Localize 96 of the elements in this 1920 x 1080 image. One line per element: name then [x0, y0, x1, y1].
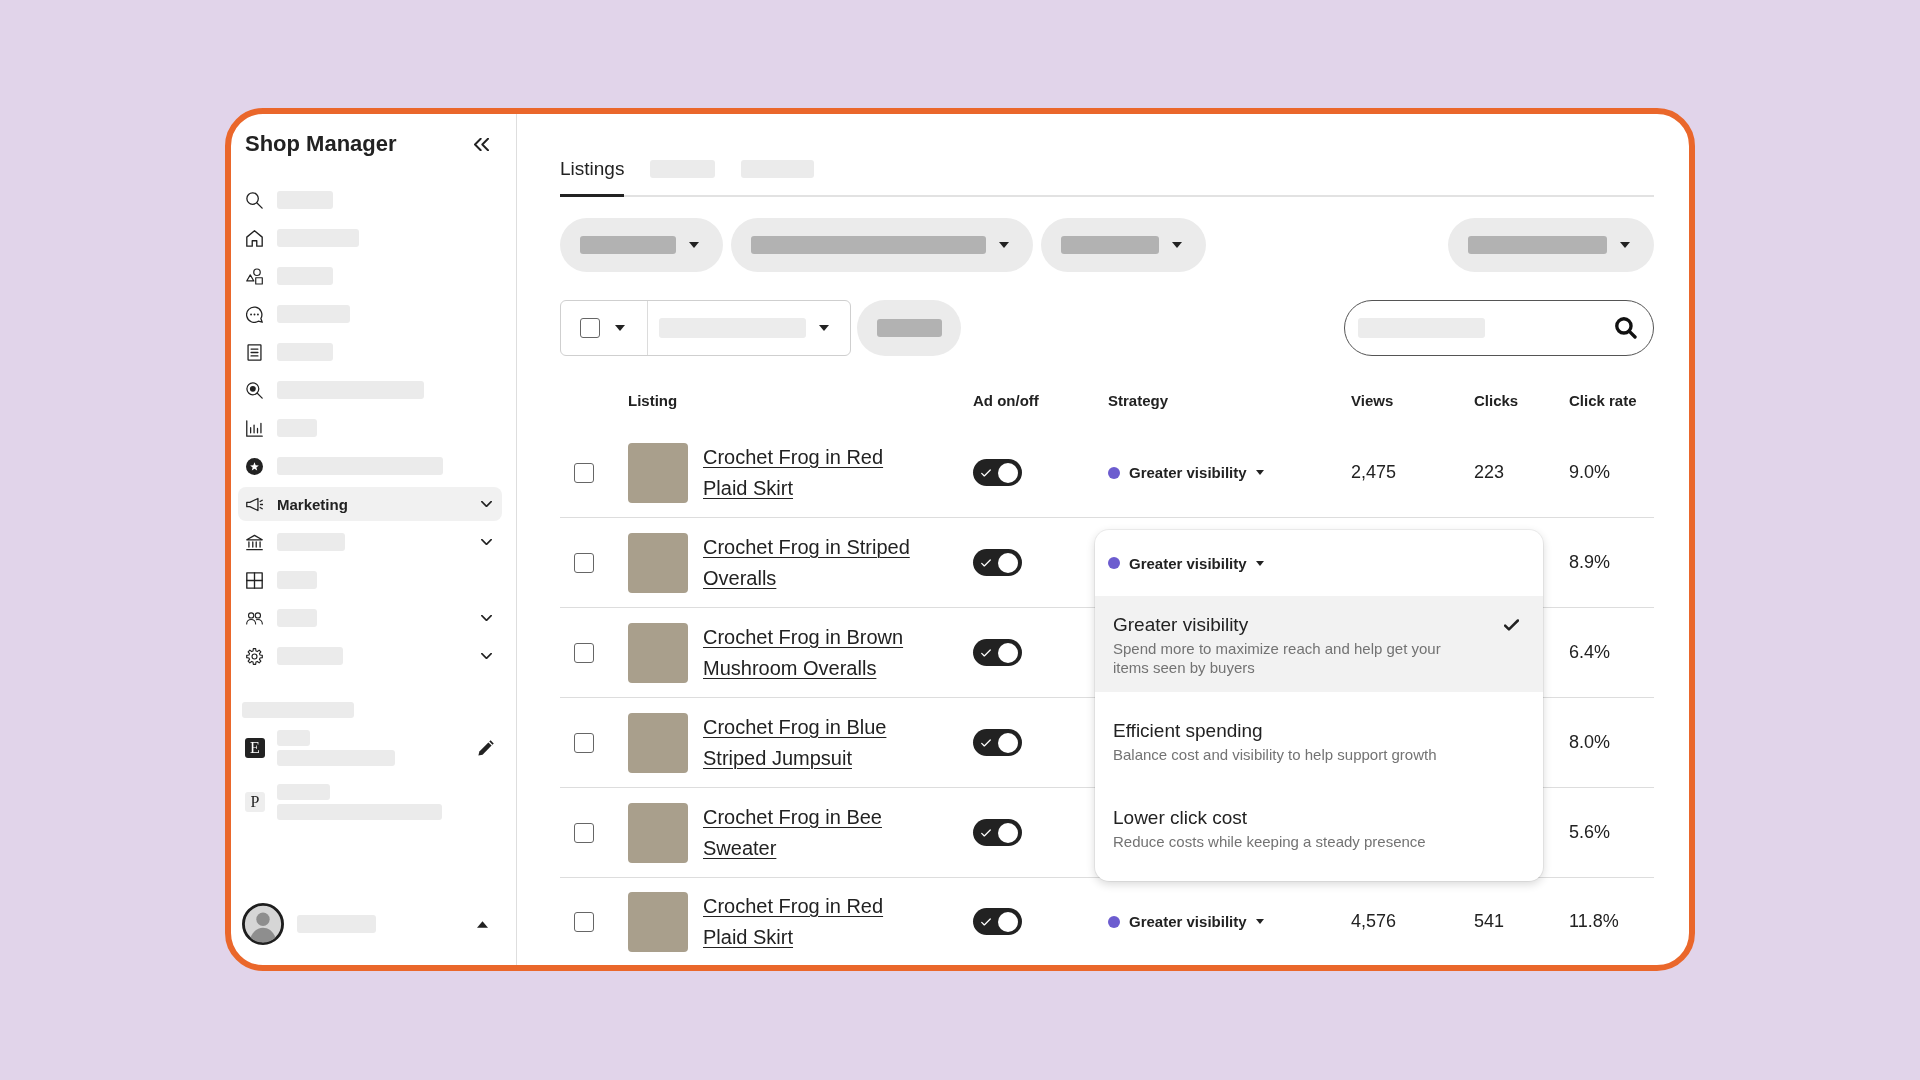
option-description: Balance cost and visibility to help support growth	[1113, 745, 1438, 764]
caret-icon	[1255, 470, 1264, 475]
menu-option[interactable]: Greater visibility Spend more to maximize reach and help get your items seen by buyers	[1095, 596, 1543, 692]
check-icon	[981, 738, 991, 747]
menu-option[interactable]: Efficient spending Balance cost and visibility to help support growth	[1095, 692, 1543, 779]
filter-dropdown[interactable]	[1041, 218, 1206, 272]
placeholder-bar	[876, 319, 942, 337]
column-header: Ad on/off	[973, 391, 1039, 409]
filter-dropdown[interactable]	[560, 218, 723, 272]
bar-chart-icon	[246, 419, 263, 437]
column-header: Listing	[628, 391, 678, 409]
check-icon	[981, 828, 991, 837]
select-all-checkbox[interactable]	[580, 318, 600, 338]
row-checkbox[interactable]	[574, 911, 594, 932]
people-icon	[246, 609, 263, 627]
check-icon	[1504, 619, 1519, 631]
toggle-switch[interactable]	[973, 729, 1022, 756]
row-checkbox[interactable]	[574, 822, 594, 843]
table-cell: 2,475	[1351, 462, 1397, 483]
table-cell: 8.9%	[1569, 552, 1611, 573]
strategy-dropdown[interactable]: Greater visibility	[1108, 464, 1264, 481]
magnifier-icon	[246, 381, 263, 399]
listing-link[interactable]: Crochet Frog in Blue Striped Jumpsuit	[703, 711, 919, 774]
sidebar-title: Shop Manager	[245, 130, 397, 158]
column-header: Clicks	[1474, 391, 1519, 409]
caret-icon	[1255, 919, 1264, 924]
column-header: Views	[1351, 391, 1394, 409]
photo-placeholder	[628, 891, 688, 952]
table-cell: 541	[1474, 911, 1505, 932]
table-cell: 11.8%	[1569, 911, 1619, 932]
megaphone-icon	[246, 495, 263, 513]
row-checkbox[interactable]	[574, 462, 594, 483]
caret-icon	[689, 242, 699, 248]
photo-placeholder	[628, 622, 688, 683]
grid-icon	[246, 571, 263, 589]
listing-link[interactable]: Crochet Frog in Brown Mushroom Overalls	[703, 621, 919, 684]
toggle-switch[interactable]	[973, 908, 1022, 935]
caret-icon	[1620, 242, 1630, 248]
search-icon	[246, 191, 263, 209]
search-icon[interactable]	[1615, 317, 1637, 339]
check-icon	[981, 648, 991, 657]
settings-icon	[246, 647, 263, 665]
caret-icon	[615, 325, 625, 331]
table-cell: 8.0%	[1569, 732, 1611, 753]
listing-link[interactable]: Crochet Frog in Red Plaid Skirt	[703, 441, 919, 504]
caret-icon	[1172, 242, 1182, 248]
row-checkbox[interactable]	[574, 642, 594, 663]
sidebar-item[interactable]: Marketing	[238, 487, 502, 521]
column-header: Strategy	[1108, 391, 1169, 409]
home-icon	[246, 229, 263, 247]
check-icon	[981, 917, 991, 926]
table-cell: 223	[1474, 462, 1505, 483]
double-chevron-icon	[474, 137, 489, 151]
star-badge-icon	[246, 457, 263, 475]
photo-placeholder	[628, 442, 688, 503]
photo-placeholder	[628, 802, 688, 863]
caret-up-icon[interactable]	[477, 920, 488, 928]
strategy-dropdown[interactable]: Greater visibility	[1108, 554, 1264, 572]
shop-logo[interactable]: P	[245, 792, 265, 812]
table-cell: 6.4%	[1569, 642, 1611, 663]
chat-bubble-icon	[246, 305, 263, 323]
toggle-switch[interactable]	[973, 639, 1022, 666]
caret-icon	[1255, 560, 1264, 566]
filter-dropdown[interactable]	[731, 218, 1033, 272]
row-checkbox[interactable]	[574, 552, 594, 573]
table-cell: 9.0%	[1569, 462, 1611, 483]
shop-logo[interactable]: E	[245, 738, 265, 758]
row-checkbox[interactable]	[574, 732, 594, 753]
caret-icon	[819, 325, 829, 331]
toggle-switch[interactable]	[973, 459, 1022, 486]
collapse-sidebar-button[interactable]	[474, 137, 489, 151]
listing-link[interactable]: Crochet Frog in Red Plaid Skirt	[703, 890, 919, 953]
listing-link[interactable]: Crochet Frog in Bee Sweater	[703, 801, 919, 864]
option-description: Spend more to maximize reach and help get your items seen by buyers	[1113, 639, 1442, 677]
action-button[interactable]	[857, 300, 961, 356]
caret-icon	[999, 242, 1009, 248]
table-cell: 5.6%	[1569, 822, 1611, 843]
bank-icon	[246, 533, 263, 551]
document-icon	[246, 343, 263, 361]
check-icon	[981, 468, 991, 477]
strategy-dropdown[interactable]: Greater visibility	[1108, 913, 1264, 930]
shapes-icon	[246, 267, 263, 285]
pencil-icon[interactable]	[478, 740, 494, 756]
option-description: Reduce costs while keeping a steady presence	[1113, 832, 1427, 851]
avatar-icon	[242, 903, 284, 945]
tab[interactable]: Listings	[560, 144, 625, 197]
column-header: Click rate	[1569, 391, 1637, 409]
listing-link[interactable]: Crochet Frog in Striped Overalls	[703, 531, 919, 594]
photo-placeholder	[628, 532, 688, 593]
menu-option[interactable]: Lower click cost Reduce costs while keeping a steady presence	[1095, 779, 1543, 866]
toggle-switch[interactable]	[973, 549, 1022, 576]
filter-dropdown[interactable]	[1448, 218, 1654, 272]
toggle-switch[interactable]	[973, 819, 1022, 846]
check-icon	[981, 558, 991, 567]
table-cell: 4,576	[1351, 911, 1397, 932]
photo-placeholder	[628, 712, 688, 773]
